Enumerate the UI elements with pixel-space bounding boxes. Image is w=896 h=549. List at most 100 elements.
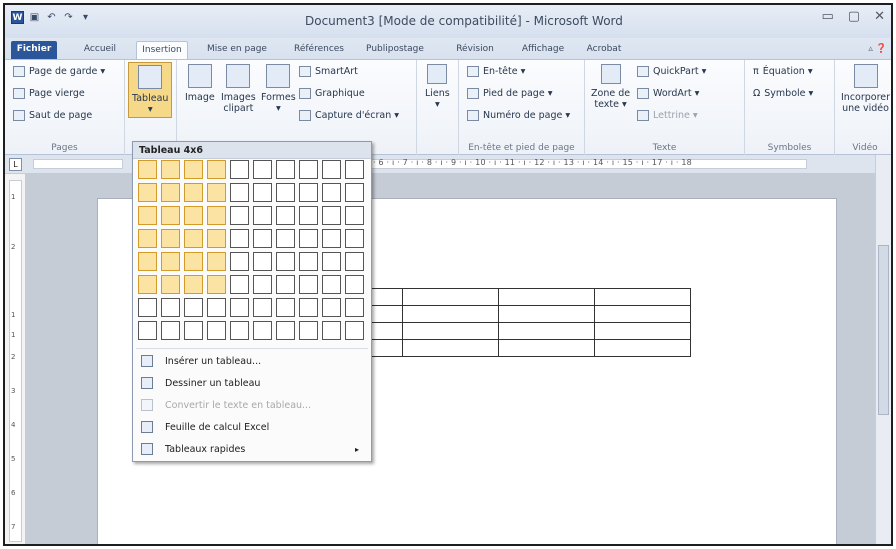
table-cell[interactable] xyxy=(402,339,499,357)
table-grid-cell[interactable] xyxy=(138,206,157,225)
table-grid-cell[interactable] xyxy=(276,160,295,179)
table-grid-cell[interactable] xyxy=(322,183,341,202)
scrollbar-thumb[interactable] xyxy=(878,245,889,415)
table-cell[interactable] xyxy=(402,322,499,340)
smartart-button[interactable]: SmartArt xyxy=(299,66,358,77)
table-grid-cell[interactable] xyxy=(138,275,157,294)
tab-references[interactable]: Références xyxy=(290,41,348,59)
table-grid-cell[interactable] xyxy=(345,321,364,340)
table-grid-cell[interactable] xyxy=(253,183,272,202)
table-grid-cell[interactable] xyxy=(345,229,364,248)
table-grid-cell[interactable] xyxy=(207,275,226,294)
table-grid-cell[interactable] xyxy=(299,298,318,317)
graphique-button[interactable]: Graphique xyxy=(299,88,365,99)
table-grid-cell[interactable] xyxy=(345,252,364,271)
saut-de-page-button[interactable]: Saut de page xyxy=(13,110,92,121)
customize-icon[interactable]: ▾ xyxy=(79,11,92,24)
wordart-button[interactable]: WordArt ▾ xyxy=(637,88,699,99)
table-grid-cell[interactable] xyxy=(230,298,249,317)
dessiner-tableau-item[interactable]: Dessiner un tableau xyxy=(133,372,371,394)
table-grid-cell[interactable] xyxy=(161,206,180,225)
page-vierge-button[interactable]: Page vierge xyxy=(13,88,85,99)
table-grid-cell[interactable] xyxy=(322,275,341,294)
inserer-tableau-item[interactable]: Insérer un tableau... xyxy=(133,350,371,372)
image-button[interactable]: Image xyxy=(185,64,215,103)
table-grid-cell[interactable] xyxy=(230,183,249,202)
table-grid-cell[interactable] xyxy=(184,298,203,317)
table-grid-cell[interactable] xyxy=(138,183,157,202)
page-de-garde-button[interactable]: Page de garde ▾ xyxy=(13,66,105,77)
table-grid-cell[interactable] xyxy=(230,229,249,248)
table-grid-cell[interactable] xyxy=(184,229,203,248)
tab-mise-en-page[interactable]: Mise en page xyxy=(204,41,270,59)
table-grid-cell[interactable] xyxy=(345,183,364,202)
table-cell[interactable] xyxy=(402,288,499,306)
vertical-scrollbar[interactable] xyxy=(875,155,891,544)
table-grid-cell[interactable] xyxy=(345,275,364,294)
table-grid-cell[interactable] xyxy=(299,229,318,248)
en-tete-button[interactable]: En-tête ▾ xyxy=(467,66,525,77)
table-cell[interactable] xyxy=(498,305,595,323)
table-grid-cell[interactable] xyxy=(161,275,180,294)
table-grid-cell[interactable] xyxy=(230,275,249,294)
table-cell[interactable] xyxy=(594,322,691,340)
table-grid-cell[interactable] xyxy=(207,160,226,179)
table-cell[interactable] xyxy=(594,305,691,323)
tab-acrobat[interactable]: Acrobat xyxy=(581,41,627,59)
save-icon[interactable]: ▣ xyxy=(28,11,41,24)
liens-button[interactable]: Liens ▾ xyxy=(425,64,450,110)
table-grid-cell[interactable] xyxy=(207,206,226,225)
tableau-button[interactable]: Tableau ▾ xyxy=(128,62,173,118)
table-grid-cell[interactable] xyxy=(253,252,272,271)
table-grid-cell[interactable] xyxy=(230,160,249,179)
lettrine-button[interactable]: Lettrine ▾ xyxy=(637,110,698,121)
feuille-excel-item[interactable]: Feuille de calcul Excel xyxy=(133,416,371,438)
table-grid-cell[interactable] xyxy=(276,229,295,248)
table-grid-cell[interactable] xyxy=(161,321,180,340)
images-clipart-button[interactable]: Images clipart xyxy=(221,64,256,114)
undo-icon[interactable]: ↶ xyxy=(45,11,58,24)
word-logo-icon[interactable]: W xyxy=(11,11,24,24)
formes-button[interactable]: Formes ▾ xyxy=(261,64,296,114)
table-grid-cell[interactable] xyxy=(161,183,180,202)
table-grid-cell[interactable] xyxy=(322,229,341,248)
tab-insertion[interactable]: Insertion xyxy=(136,41,188,59)
table-grid-cell[interactable] xyxy=(276,321,295,340)
table-cell[interactable] xyxy=(402,305,499,323)
symbole-button[interactable]: Ω Symbole ▾ xyxy=(753,88,813,99)
table-grid-cell[interactable] xyxy=(276,252,295,271)
table-grid-cell[interactable] xyxy=(299,275,318,294)
table-grid-cell[interactable] xyxy=(161,229,180,248)
table-grid-cell[interactable] xyxy=(253,298,272,317)
table-grid-cell[interactable] xyxy=(161,298,180,317)
table-cell[interactable] xyxy=(594,288,691,306)
zone-de-texte-button[interactable]: Zone de texte ▾ xyxy=(591,64,630,110)
table-cell[interactable] xyxy=(498,339,595,357)
table-grid-cell[interactable] xyxy=(138,160,157,179)
table-grid-cell[interactable] xyxy=(276,298,295,317)
table-grid-cell[interactable] xyxy=(299,252,318,271)
minimize-icon[interactable]: ▭ xyxy=(822,9,834,24)
table-grid-cell[interactable] xyxy=(184,160,203,179)
table-grid-cell[interactable] xyxy=(299,206,318,225)
table-grid-cell[interactable] xyxy=(138,321,157,340)
table-grid-cell[interactable] xyxy=(230,252,249,271)
table-grid-cell[interactable] xyxy=(138,229,157,248)
table-grid-cell[interactable] xyxy=(322,252,341,271)
help-icon[interactable]: ▵ ❓ xyxy=(868,44,887,54)
capture-ecran-button[interactable]: Capture d'écran ▾ xyxy=(299,110,399,121)
table-grid-cell[interactable] xyxy=(253,275,272,294)
table-grid-cell[interactable] xyxy=(184,275,203,294)
pied-de-page-button[interactable]: Pied de page ▾ xyxy=(467,88,552,99)
table-cell[interactable] xyxy=(498,288,595,306)
table-grid-cell[interactable] xyxy=(230,206,249,225)
table-grid-cell[interactable] xyxy=(345,298,364,317)
table-grid-cell[interactable] xyxy=(276,206,295,225)
quickpart-button[interactable]: QuickPart ▾ xyxy=(637,66,706,77)
tab-revision[interactable]: Révision xyxy=(452,41,498,59)
table-grid-cell[interactable] xyxy=(184,252,203,271)
table-grid-cell[interactable] xyxy=(253,321,272,340)
maximize-icon[interactable]: ▢ xyxy=(848,9,860,24)
tab-affichage[interactable]: Affichage xyxy=(515,41,571,59)
table-cell[interactable] xyxy=(498,322,595,340)
